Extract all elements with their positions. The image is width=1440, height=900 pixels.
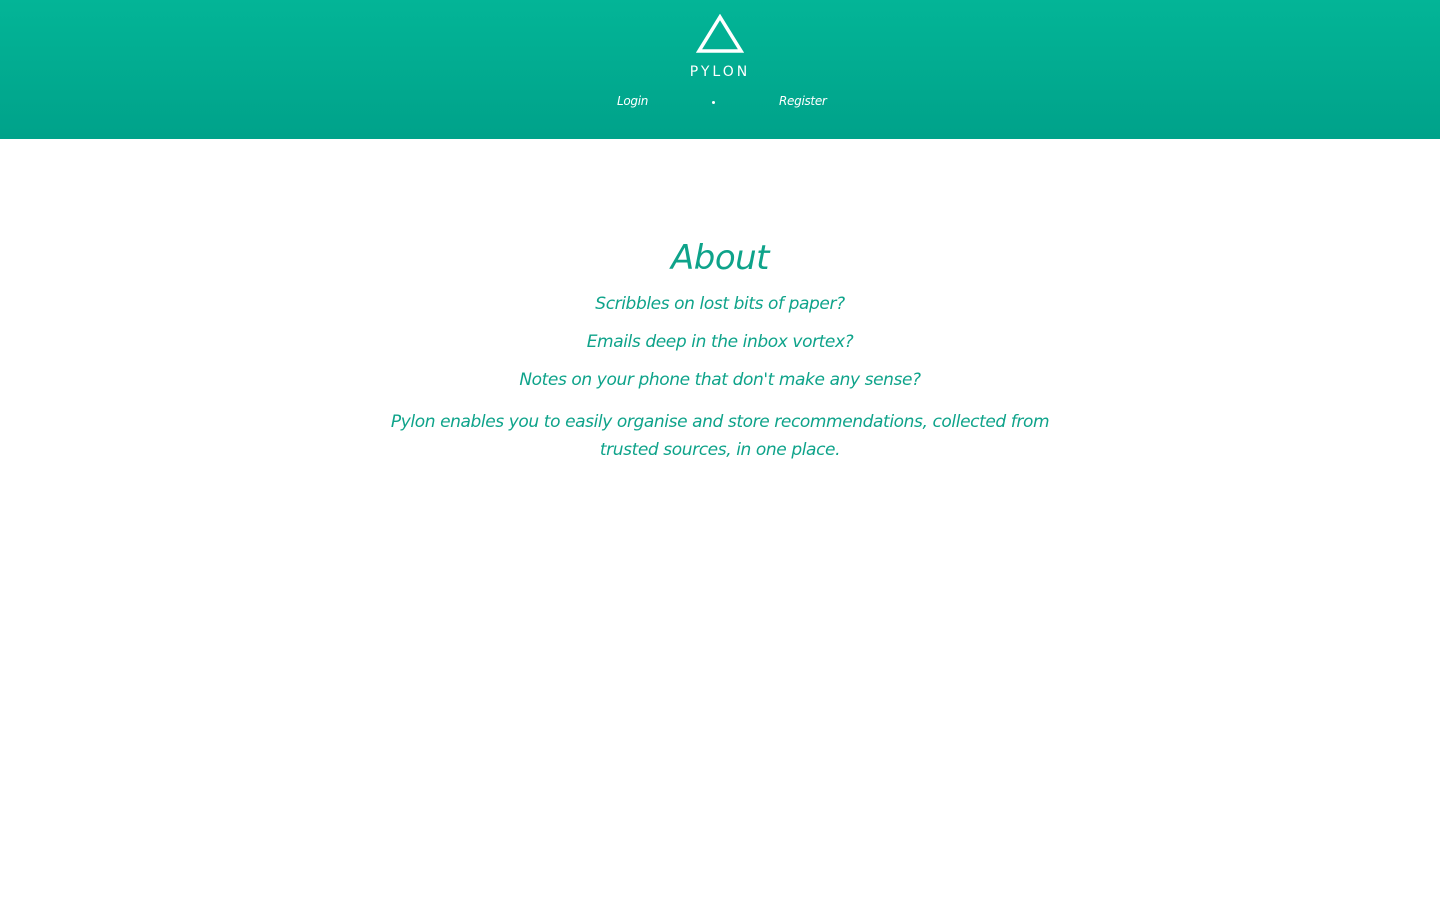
triangle-logo-icon[interactable] xyxy=(696,14,744,54)
site-header: PYLON Login Register xyxy=(0,0,1440,139)
about-line-emails: Emails deep in the inbox vortex? xyxy=(586,332,854,352)
nav-separator-dot xyxy=(712,101,715,104)
login-link[interactable]: Login xyxy=(617,94,648,108)
about-line-notes: Notes on your phone that don't make any … xyxy=(519,370,921,390)
brand-name[interactable]: PYLON xyxy=(0,64,1440,80)
register-link[interactable]: Register xyxy=(779,94,827,108)
about-line-paper: Scribbles on lost bits of paper? xyxy=(595,294,845,314)
about-description: Pylon enables you to easily organise and… xyxy=(390,412,1050,460)
page-title: About xyxy=(670,238,770,278)
